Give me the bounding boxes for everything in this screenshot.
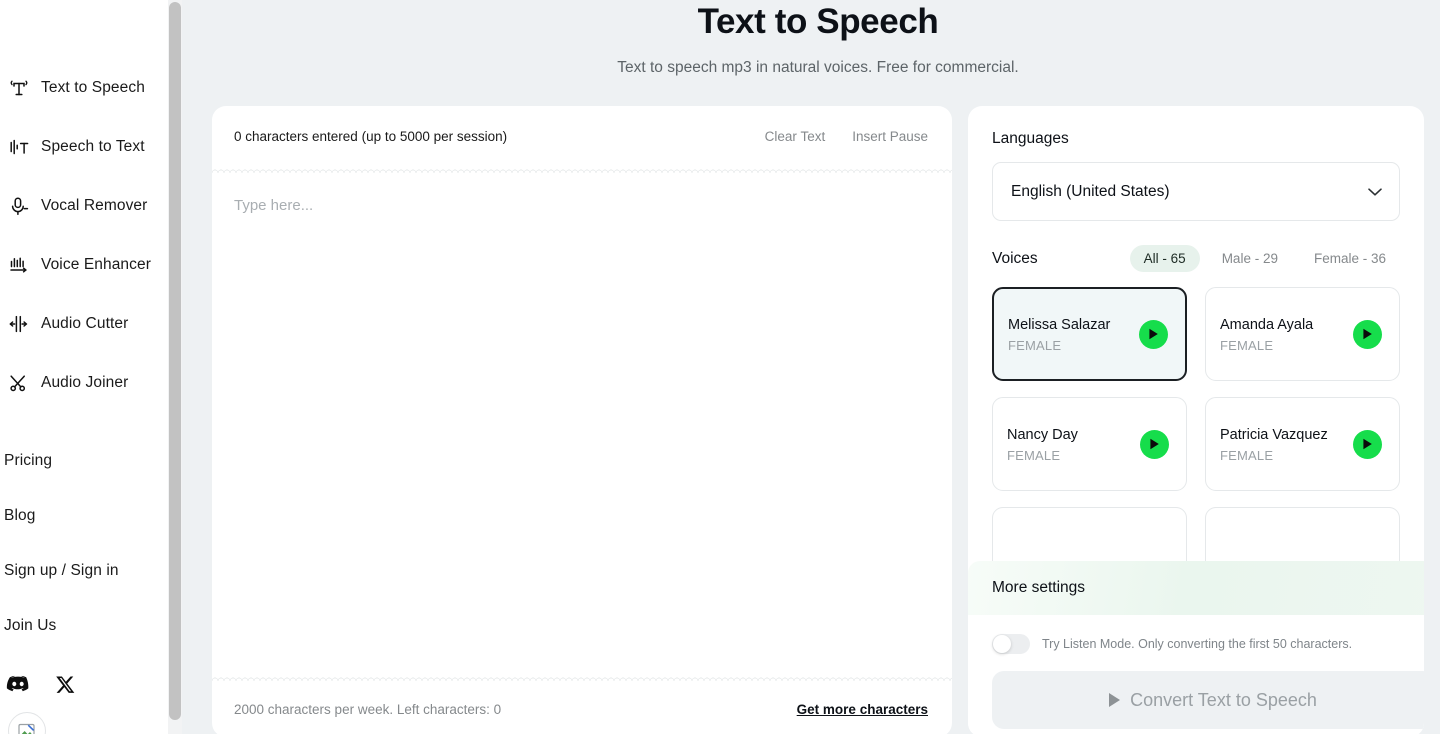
listen-mode-row: Try Listen Mode. Only converting the fir… bbox=[992, 629, 1424, 659]
avatar[interactable] bbox=[8, 712, 46, 734]
sidebar-link-list: Pricing Blog Sign up / Sign in Join Us bbox=[0, 412, 182, 653]
app-root: Text to Speech Speech to Text Vocal Remo… bbox=[0, 0, 1440, 734]
get-more-characters-link[interactable]: Get more characters bbox=[797, 702, 928, 717]
clear-text-button[interactable]: Clear Text bbox=[765, 129, 826, 144]
more-settings-toggle[interactable]: More settings bbox=[968, 561, 1424, 615]
sidebar-item-label: Blog bbox=[4, 506, 36, 524]
voice-name: Patricia Vazquez bbox=[1220, 427, 1328, 443]
listen-mode-label: Try Listen Mode. Only converting the fir… bbox=[1042, 637, 1353, 651]
character-count: 0 characters entered (up to 5000 per ses… bbox=[234, 129, 508, 144]
play-icon[interactable] bbox=[1353, 319, 1382, 349]
text-editor-card: 0 characters entered (up to 5000 per ses… bbox=[212, 106, 952, 734]
sidebar-item-label: Pricing bbox=[4, 451, 53, 469]
chevron-down-icon bbox=[1367, 187, 1383, 197]
gender-filter-group: All - 65 Male - 29 Female - 36 bbox=[1129, 245, 1400, 272]
cut-arrows-icon bbox=[4, 311, 34, 337]
sidebar-item-speech-to-text[interactable]: Speech to Text bbox=[0, 117, 182, 176]
voice-gender: FEMALE bbox=[1220, 448, 1274, 463]
sidebar-item-sign-up-sign-in[interactable]: Sign up / Sign in bbox=[0, 543, 182, 598]
sidebar-item-join-us[interactable]: Join Us bbox=[0, 598, 182, 653]
sidebar-item-vocal-remover[interactable]: Vocal Remover bbox=[0, 176, 182, 235]
sidebar-item-audio-joiner[interactable]: Audio Joiner bbox=[0, 353, 182, 412]
sidebar-item-label: Vocal Remover bbox=[41, 196, 148, 214]
play-icon[interactable] bbox=[1139, 319, 1168, 349]
voice-name: Amanda Ayala bbox=[1220, 317, 1314, 333]
voice-list: Melissa Salazar FEMALE Amanda Ayala FEMA… bbox=[992, 287, 1400, 601]
sidebar-item-blog[interactable]: Blog bbox=[0, 488, 182, 543]
scissors-icon bbox=[4, 370, 34, 396]
editor-toolbar: 0 characters entered (up to 5000 per ses… bbox=[212, 106, 952, 167]
quota-note: 2000 characters per week. Left character… bbox=[234, 701, 502, 717]
listen-mode-toggle[interactable] bbox=[992, 634, 1030, 654]
divider-top bbox=[212, 167, 952, 173]
voice-card[interactable]: Melissa Salazar FEMALE bbox=[992, 287, 1187, 381]
sidebar-scrollbar-thumb[interactable] bbox=[169, 2, 181, 720]
microphone-icon bbox=[4, 193, 34, 219]
sidebar-item-voice-enhancer[interactable]: Voice Enhancer bbox=[0, 235, 182, 294]
divider-bottom bbox=[212, 675, 952, 681]
play-icon[interactable] bbox=[1353, 429, 1382, 459]
voice-name: Melissa Salazar bbox=[1008, 317, 1111, 333]
text-input-area[interactable]: Type here... bbox=[212, 173, 952, 675]
language-selected-value: English (United States) bbox=[1011, 182, 1170, 200]
sidebar-item-label: Audio Joiner bbox=[41, 373, 129, 391]
voice-gender: FEMALE bbox=[1220, 338, 1274, 353]
sidebar-item-label: Join Us bbox=[4, 616, 57, 634]
sidebar-item-pricing[interactable]: Pricing bbox=[0, 433, 182, 488]
x-twitter-icon[interactable] bbox=[56, 675, 75, 694]
voice-settings-panel: Languages English (United States) Voices… bbox=[968, 106, 1424, 734]
filter-all[interactable]: All - 65 bbox=[1129, 245, 1200, 272]
sidebar: Text to Speech Speech to Text Vocal Remo… bbox=[0, 0, 182, 734]
text-input-placeholder: Type here... bbox=[234, 197, 314, 214]
filter-male[interactable]: Male - 29 bbox=[1208, 245, 1292, 272]
sidebar-item-label: Speech to Text bbox=[41, 137, 145, 155]
insert-pause-button[interactable]: Insert Pause bbox=[852, 129, 928, 144]
page-header: Text to Speech Text to speech mp3 in nat… bbox=[212, 0, 1424, 77]
waveform-arrow-icon bbox=[4, 252, 34, 278]
more-settings-overlay: More settings Try Listen Mode. Only conv… bbox=[968, 561, 1424, 734]
voice-gender: FEMALE bbox=[1007, 448, 1061, 463]
content-row: 0 characters entered (up to 5000 per ses… bbox=[212, 106, 1424, 734]
play-triangle-icon bbox=[1109, 693, 1121, 707]
editor-footer: 2000 characters per week. Left character… bbox=[212, 681, 952, 734]
convert-button-label: Convert Text to Speech bbox=[1130, 689, 1317, 710]
broken-image-icon bbox=[18, 723, 36, 734]
speech-to-text-icon bbox=[4, 134, 34, 160]
page-subtitle: Text to speech mp3 in natural voices. Fr… bbox=[617, 59, 1019, 76]
sidebar-item-audio-cutter[interactable]: Audio Cutter bbox=[0, 294, 182, 353]
main-content: Text to Speech Text to speech mp3 in nat… bbox=[182, 0, 1440, 734]
discord-icon[interactable] bbox=[6, 675, 30, 694]
sidebar-item-label: Voice Enhancer bbox=[41, 255, 151, 273]
voice-name: Nancy Day bbox=[1007, 427, 1078, 443]
social-links bbox=[0, 661, 182, 707]
language-select[interactable]: English (United States) bbox=[992, 162, 1400, 221]
voice-card[interactable]: Nancy Day FEMALE bbox=[992, 397, 1187, 491]
sidebar-item-text-to-speech[interactable]: Text to Speech bbox=[0, 58, 182, 117]
sidebar-item-label: Sign up / Sign in bbox=[4, 561, 119, 579]
voice-gender: FEMALE bbox=[1008, 338, 1062, 353]
voices-label: Voices bbox=[992, 249, 1038, 267]
convert-text-to-speech-button[interactable]: Convert Text to Speech bbox=[992, 671, 1424, 729]
sidebar-item-label: Text to Speech bbox=[41, 78, 145, 96]
page-title: Text to Speech bbox=[697, 2, 939, 41]
more-settings-body: Try Listen Mode. Only converting the fir… bbox=[968, 615, 1424, 734]
voice-card[interactable]: Patricia Vazquez FEMALE bbox=[1205, 397, 1400, 491]
editor-actions: Clear Text Insert Pause bbox=[765, 129, 928, 144]
languages-label: Languages bbox=[992, 130, 1069, 147]
toggle-knob bbox=[993, 635, 1011, 653]
more-settings-label: More settings bbox=[992, 579, 1086, 596]
voice-card[interactable]: Amanda Ayala FEMALE bbox=[1205, 287, 1400, 381]
voices-header: Voices All - 65 Male - 29 Female - 36 bbox=[992, 245, 1400, 272]
play-icon[interactable] bbox=[1140, 429, 1169, 459]
filter-female[interactable]: Female - 36 bbox=[1300, 245, 1400, 272]
sidebar-tool-list: Text to Speech Speech to Text Vocal Remo… bbox=[0, 0, 182, 412]
sidebar-scrollbar-track[interactable] bbox=[168, 0, 182, 734]
text-to-speech-icon bbox=[4, 75, 34, 101]
sidebar-item-label: Audio Cutter bbox=[41, 314, 129, 332]
